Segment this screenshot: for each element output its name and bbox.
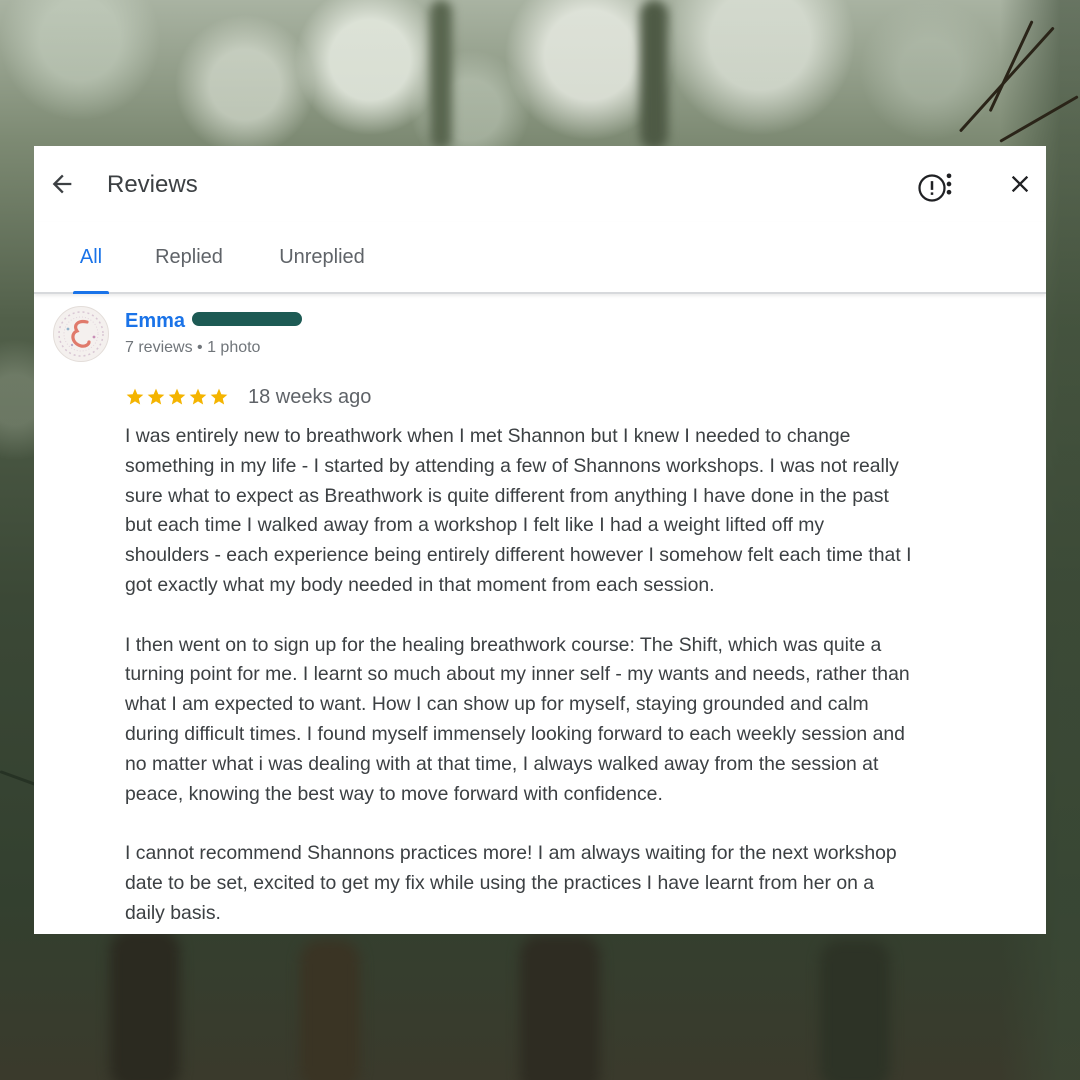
avatar-monogram-icon xyxy=(58,311,104,357)
star-rating xyxy=(125,387,229,407)
page-title: Reviews xyxy=(107,171,198,198)
tab-all[interactable]: All xyxy=(72,222,110,292)
close-button[interactable] xyxy=(1002,166,1038,202)
review-filter-tabs: All Replied Unreplied xyxy=(34,222,1046,294)
reviewer-name[interactable]: Emma xyxy=(125,309,185,333)
tab-unreplied[interactable]: Unreplied xyxy=(270,222,374,292)
star-icon xyxy=(210,388,228,405)
rating-row: 18 weeks ago xyxy=(125,384,371,410)
review-paragraph: I then went on to sign up for the healin… xyxy=(125,633,910,805)
back-button[interactable] xyxy=(44,166,80,202)
pine-branch xyxy=(0,770,39,787)
report-review-button[interactable] xyxy=(916,172,948,204)
star-icon xyxy=(189,388,207,405)
review-paragraph: I cannot recommend Shannons practices mo… xyxy=(125,842,897,924)
arrow-back-icon xyxy=(52,174,72,194)
redaction-mark xyxy=(192,312,302,326)
tree-trunk xyxy=(430,0,452,150)
pine-branch xyxy=(999,95,1079,143)
report-icon xyxy=(918,174,946,202)
tree-trunk xyxy=(110,930,180,1080)
tree-trunk xyxy=(300,940,360,1080)
tree-trunk xyxy=(820,940,890,1080)
reviewer-meta: 7 reviews • 1 photo xyxy=(125,339,261,356)
review-age: 18 weeks ago xyxy=(248,385,372,408)
star-icon xyxy=(147,388,165,405)
reviews-header: Reviews xyxy=(34,146,1046,222)
tree-trunk xyxy=(640,0,668,150)
active-tab-indicator xyxy=(73,291,109,294)
avatar[interactable] xyxy=(53,306,109,362)
reviews-panel: Reviews All Replied Unreplied Emma 7 rev… xyxy=(34,146,1046,934)
close-icon xyxy=(1011,175,1029,193)
star-icon xyxy=(168,388,186,405)
tab-replied[interactable]: Replied xyxy=(144,222,234,292)
tree-trunk xyxy=(520,935,600,1080)
pine-branch xyxy=(988,20,1034,113)
review-text: I was entirely new to breathwork when I … xyxy=(125,422,1015,934)
star-icon xyxy=(126,388,144,405)
review-paragraph: I was entirely new to breathwork when I … xyxy=(125,425,912,596)
